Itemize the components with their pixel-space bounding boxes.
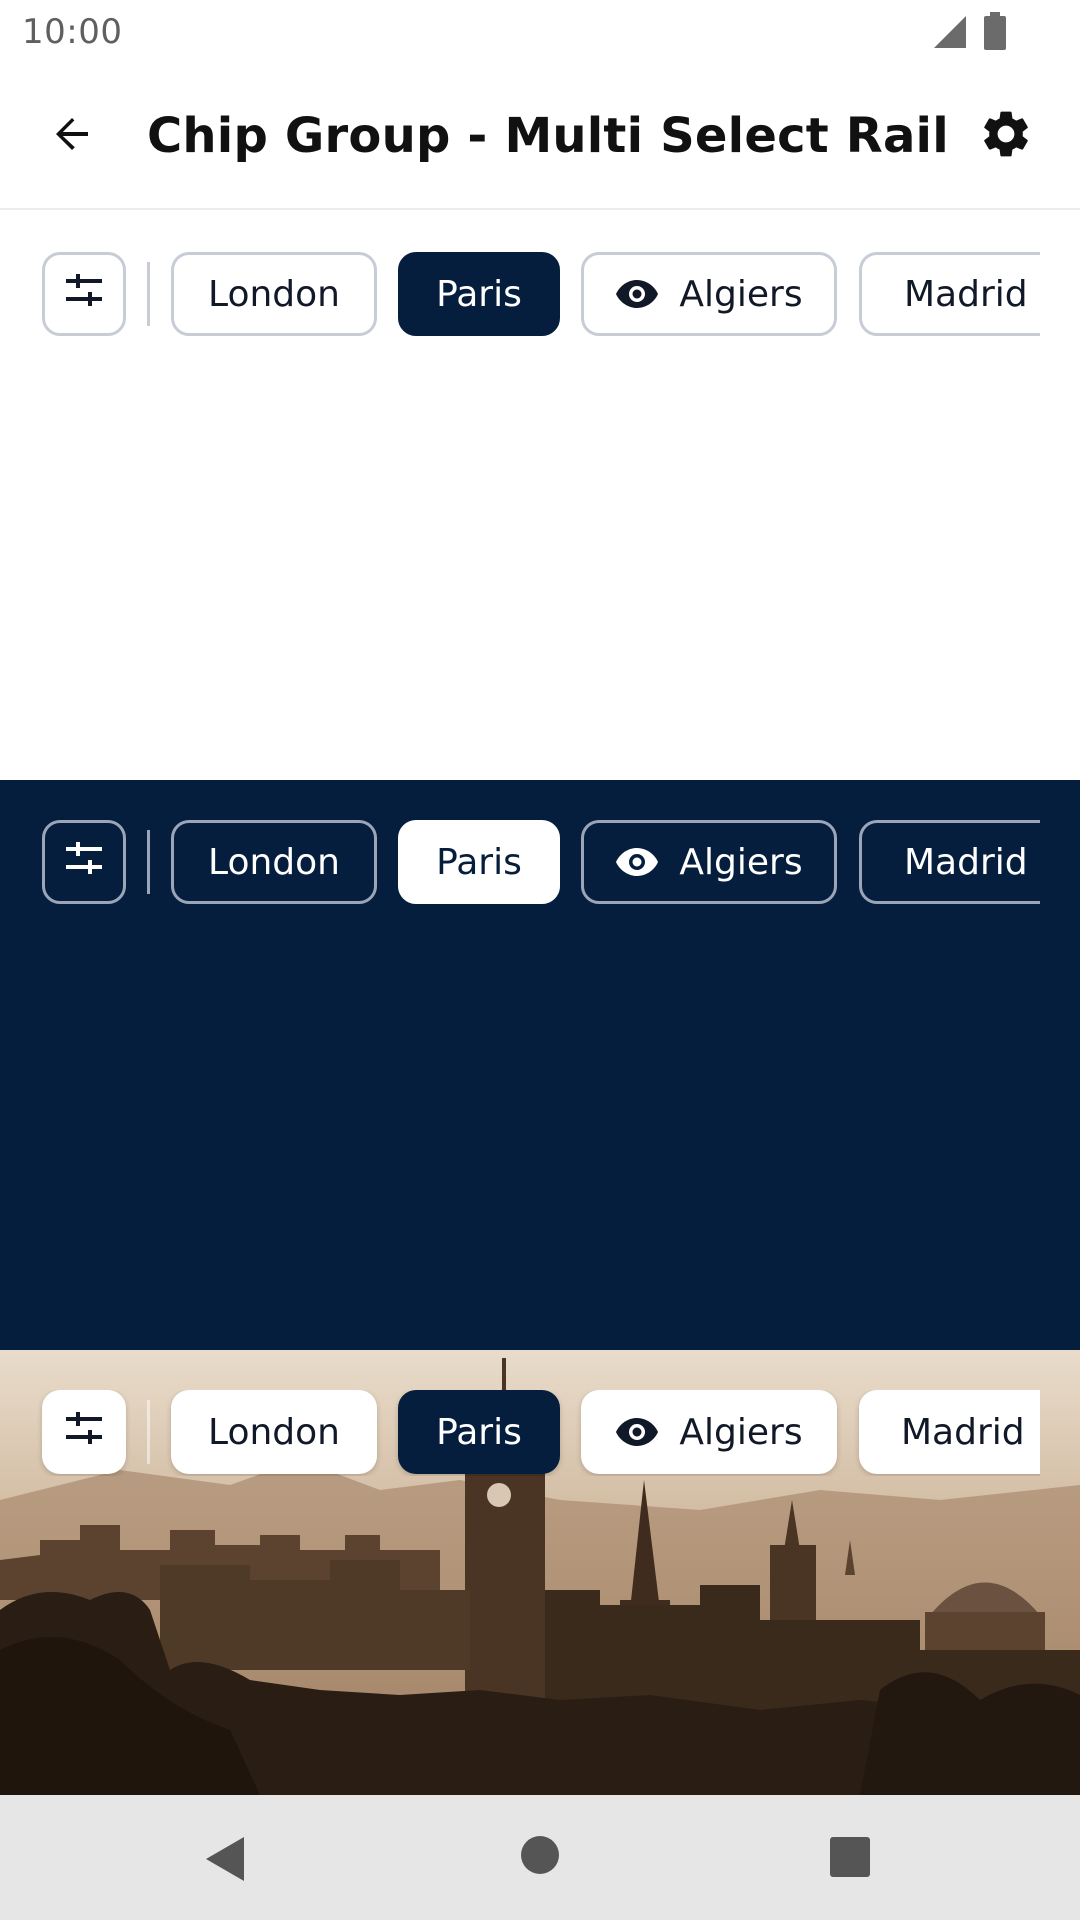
chip-label: Algiers: [679, 841, 803, 883]
chip-london[interactable]: London: [171, 820, 377, 904]
nav-back-icon[interactable]: [204, 1835, 248, 1887]
back-button[interactable]: [40, 104, 104, 168]
sliders-icon: [64, 270, 104, 319]
app-bar: Chip Group - Multi Select Rail: [0, 64, 1080, 210]
chip-madrid[interactable]: Madrid: [859, 820, 1040, 904]
rail-divider: [147, 1400, 150, 1464]
chip-rail[interactable]: London Paris Algiers Madrid: [0, 1390, 1040, 1476]
eye-icon: [615, 847, 659, 877]
nav-home-icon[interactable]: [520, 1835, 560, 1879]
sliders-icon: [64, 838, 104, 887]
chip-algiers[interactable]: Algiers: [581, 1390, 837, 1474]
chip-paris[interactable]: Paris: [398, 1390, 560, 1474]
signal-icon: [932, 14, 968, 54]
sliders-icon: [64, 1408, 104, 1457]
chip-rail-photo-section: London Paris Algiers Madrid: [0, 1350, 1080, 1795]
chip-rail[interactable]: London Paris Algiers Madrid: [0, 252, 1040, 338]
chip-paris[interactable]: Paris: [398, 820, 560, 904]
page-title: Chip Group - Multi Select Rail: [147, 108, 949, 164]
chip-label: Algiers: [679, 1411, 803, 1453]
filter-chip[interactable]: [42, 1390, 126, 1474]
chip-london[interactable]: London: [171, 1390, 377, 1474]
eye-icon: [615, 279, 659, 309]
rail-divider: [147, 830, 150, 894]
battery-icon: [984, 12, 1006, 54]
eye-icon: [615, 1417, 659, 1447]
gear-icon: [978, 106, 1034, 166]
settings-button[interactable]: [974, 104, 1038, 168]
chip-madrid[interactable]: Madrid: [859, 252, 1040, 336]
chip-algiers[interactable]: Algiers: [581, 252, 837, 336]
chip-rail-dark-section: London Paris Algiers Madrid: [0, 780, 1080, 1350]
chip-label: Algiers: [679, 273, 803, 315]
chip-paris[interactable]: Paris: [398, 252, 560, 336]
chip-london[interactable]: London: [171, 252, 377, 336]
status-time: 10:00: [22, 12, 123, 52]
chip-rail-light-section: London Paris Algiers Madrid: [0, 212, 1080, 780]
chip-madrid[interactable]: Madrid: [859, 1390, 1040, 1474]
filter-chip[interactable]: [42, 252, 126, 336]
chip-rail[interactable]: London Paris Algiers Madrid: [0, 820, 1040, 906]
chip-algiers[interactable]: Algiers: [581, 820, 837, 904]
rail-divider: [147, 262, 150, 326]
status-bar: 10:00: [0, 0, 1080, 64]
system-nav-bar: [0, 1795, 1080, 1920]
filter-chip[interactable]: [42, 820, 126, 904]
arrow-back-icon: [48, 110, 96, 162]
nav-recents-icon[interactable]: [830, 1837, 870, 1881]
